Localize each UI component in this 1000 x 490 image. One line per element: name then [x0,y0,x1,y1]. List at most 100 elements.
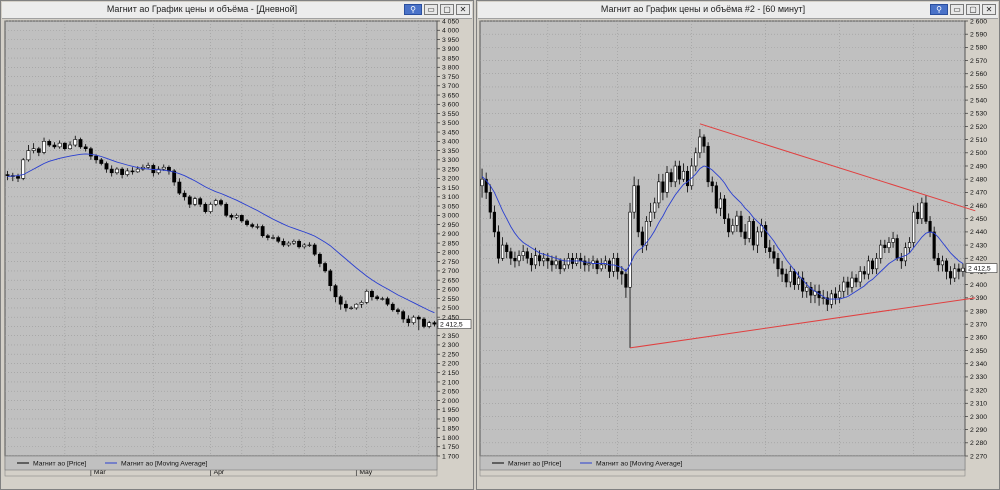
y-tick-label: 3 450 [442,129,459,136]
y-tick-label: 1 850 [442,426,459,433]
pin-icon[interactable]: ⚲ [404,4,422,15]
y-tick-label: 2 550 [970,84,987,91]
y-tick-label: 2 250 [442,351,459,358]
candle-body [422,318,426,327]
candle-body [161,166,166,170]
hourly-chart-titlebar[interactable]: Магнит ао График цены и объёма #2 - [60 … [478,2,998,19]
candle-body [344,303,348,309]
last-price-label: 2 412,5 [968,266,991,273]
candle-body [302,244,307,248]
candle-body [224,203,229,216]
y-tick-label: 2 320 [970,387,987,394]
candle-body [718,198,723,209]
y-tick-label: 3 750 [442,74,459,81]
candle-body [587,263,591,266]
candle-body [961,267,965,272]
y-tick-label: 2 580 [970,45,987,52]
y-tick-label: 2 950 [442,222,459,229]
y-tick-label: 2 700 [442,268,459,275]
close-button[interactable]: ✕ [982,4,996,15]
candle-body [480,178,484,187]
candle-body [234,215,239,218]
y-tick-label: 2 400 [970,282,987,289]
pin-icon[interactable]: ⚲ [930,4,948,15]
candle-body [838,290,842,299]
y-tick-label: 2 480 [970,176,987,183]
daily-candlestick-chart[interactable]: 1 700 1 750 1 800 1 850 1 900 1 950 2 000 2 050… [1,19,473,489]
daily-chart-window[interactable]: Магнит ао График цены и объёма - [Дневно… [0,0,474,490]
candle-body [354,303,359,309]
y-tick-label: 3 100 [442,194,459,201]
close-button[interactable]: ✕ [456,4,470,15]
candle-body [648,211,653,222]
candle-body [239,215,244,222]
daily-chart-titlebar[interactable]: Магнит ао График цены и объёма - [Дневно… [2,2,472,19]
candle-body [916,211,920,220]
candle-body [899,257,903,262]
y-tick-label: 4 000 [442,28,459,35]
candle-body [722,198,727,220]
candle-body [694,152,698,167]
candle-body [125,170,130,175]
candle-body [595,260,599,270]
y-tick-label: 1 700 [442,453,459,460]
candle-body [616,257,620,272]
candle-body [21,159,26,179]
candle-body [698,136,702,154]
candle-body [182,192,187,198]
minimize-button[interactable]: ▭ [950,4,964,15]
candle-body [685,170,690,187]
y-tick-label: 2 750 [442,259,459,266]
y-tick-label: 2 500 [442,305,459,312]
candle-body [657,181,661,204]
y-tick-label: 3 300 [442,157,459,164]
candle-body [281,240,286,246]
y-tick-label: 1 950 [442,407,459,414]
candle-body [562,264,566,270]
candle-body [624,273,628,288]
restore-button[interactable]: ▢ [966,4,980,15]
candle-body [558,260,562,270]
candle-body [501,244,505,259]
y-tick-label: 1 900 [442,416,459,423]
candle-body [953,268,957,279]
candle-body [710,181,714,187]
candle-body [912,211,916,243]
candle-body [805,286,809,292]
candle-body [607,260,612,272]
y-tick-label: 2 440 [970,229,987,236]
candle-body [620,271,624,275]
candle-body [780,268,784,275]
candle-body [533,255,538,266]
candle-body [68,144,72,150]
y-tick-label: 2 100 [442,379,459,386]
candle-body [193,198,197,205]
y-tick-label: 3 500 [442,120,459,127]
candle-body [681,170,686,180]
y-tick-label: 3 350 [442,148,459,155]
candle-body [114,168,119,174]
candle-body [554,260,558,266]
candle-body [546,257,550,262]
candle-body [788,271,792,283]
y-tick-label: 2 300 [442,342,459,349]
y-tick-label: 2 650 [442,277,459,284]
candle-body [875,257,879,270]
candle-body [866,260,870,275]
y-tick-label: 2 510 [970,137,987,144]
y-tick-label: 3 900 [442,46,459,53]
restore-button[interactable]: ▢ [440,4,454,15]
hourly-candlestick-chart[interactable]: 2 270 2 280 2 290 2 300 2 310 2 320 2 330 2 340… [477,19,999,489]
candle-body [198,198,203,205]
minimize-button[interactable]: ▭ [424,4,438,15]
candle-body [895,238,899,259]
candle-body [317,253,322,264]
candle-body [359,302,364,305]
y-tick-label: 3 250 [442,166,459,173]
hourly-chart-window[interactable]: Магнит ао График цены и объёма #2 - [60 … [476,0,1000,490]
y-tick-label: 1 800 [442,435,459,442]
candle-body [297,240,301,248]
candle-body [628,211,632,288]
candle-body [727,218,731,233]
candle-body [891,238,895,243]
